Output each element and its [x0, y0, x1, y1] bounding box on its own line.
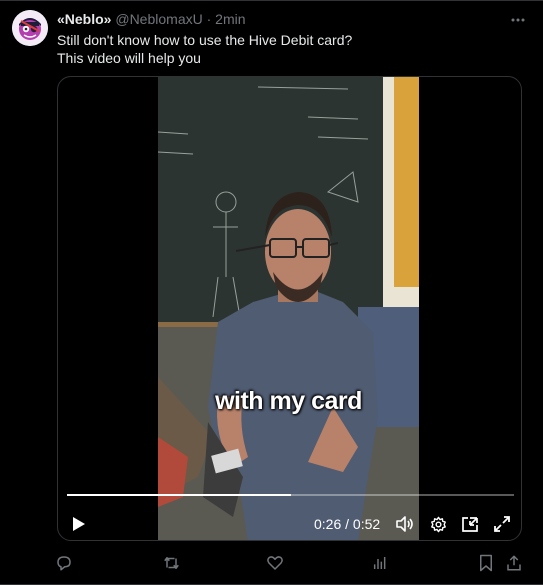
share-button[interactable] — [504, 553, 524, 573]
play-button[interactable] — [68, 514, 90, 534]
video-frame-image — [158, 77, 419, 540]
tweet-text-line-2: This video will help you — [57, 50, 201, 66]
play-icon — [73, 517, 85, 531]
settings-button[interactable] — [427, 514, 449, 534]
video-timecode: 0:26 / 0:52 — [314, 516, 381, 532]
settings-icon — [430, 516, 446, 532]
views-button[interactable] — [370, 553, 390, 573]
video-player[interactable]: with my card 0:26 / 0:52 — [57, 76, 522, 541]
bookmark-button[interactable] — [476, 553, 496, 573]
bookmark-icon — [480, 554, 492, 572]
video-caption: with my card — [215, 387, 362, 415]
tweet-header: «Neblo» @NeblomaxU · 2min — [57, 11, 246, 28]
progress-bar[interactable] — [67, 494, 514, 496]
like-button[interactable] — [265, 553, 285, 573]
picture-in-picture-button[interactable] — [459, 514, 481, 534]
repost-icon — [163, 557, 179, 569]
more-options-icon[interactable] — [511, 11, 525, 25]
display-name[interactable]: «Neblo» — [57, 11, 111, 27]
like-icon — [267, 556, 283, 570]
timestamp[interactable]: 2min — [215, 11, 245, 27]
progress-fill — [67, 494, 291, 496]
volume-button[interactable] — [394, 514, 416, 534]
picture-in-picture-icon — [462, 516, 478, 532]
video-frame[interactable]: with my card — [158, 77, 419, 540]
tweet-text-line-1: Still don't know how to use the Hive Deb… — [57, 32, 353, 48]
top-divider — [0, 0, 543, 1]
reply-button[interactable] — [54, 553, 74, 573]
fullscreen-button[interactable] — [491, 514, 513, 534]
views-icon — [373, 557, 386, 569]
tweet-text: Still don't know how to use the Hive Deb… — [57, 31, 352, 67]
action-bar — [0, 553, 543, 575]
volume-icon — [396, 516, 413, 532]
avatar-image — [12, 10, 48, 46]
repost-button[interactable] — [161, 553, 181, 573]
user-handle[interactable]: @NeblomaxU — [115, 11, 202, 27]
avatar[interactable] — [12, 10, 48, 46]
share-icon — [507, 555, 521, 571]
reply-icon — [57, 556, 71, 571]
separator-dot: · — [206, 11, 212, 27]
fullscreen-icon — [494, 516, 510, 532]
